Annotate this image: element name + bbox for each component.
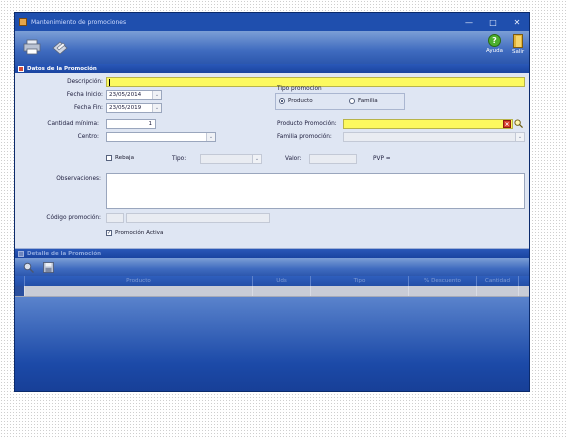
app-icon: [19, 18, 27, 26]
main-toolbar: ? Ayuda Salir: [15, 31, 529, 64]
observaciones-label: Observaciones:: [56, 176, 101, 182]
chevron-down-icon[interactable]: ⌄: [252, 155, 261, 163]
tipo-label: Tipo:: [172, 156, 187, 162]
row-indicator: [15, 286, 25, 296]
exit-button[interactable]: Salir: [512, 34, 524, 55]
pvp-label: PVP =: [373, 156, 391, 162]
row-indicator-header: [15, 276, 25, 286]
help-icon: ?: [488, 34, 501, 47]
column-header-cantidad[interactable]: Cantidad: [477, 276, 519, 286]
exit-label: Salir: [512, 49, 525, 55]
help-label: Ayuda: [486, 48, 503, 54]
cell-producto[interactable]: [25, 286, 253, 296]
section-icon: [18, 250, 24, 257]
promocion-activa-label: Promoción Activa: [115, 230, 164, 236]
cell-uds[interactable]: [253, 286, 311, 296]
descripcion-label: Descripción:: [67, 79, 103, 85]
familia-promocion-select[interactable]: ⌄: [343, 132, 525, 142]
producto-promocion-input[interactable]: [343, 119, 513, 129]
chevron-down-icon[interactable]: ⌄: [152, 104, 161, 112]
promotion-form: Descripción: Fecha Inicio: 23/05/2014 ⌄ …: [15, 73, 529, 249]
export-button[interactable]: [49, 36, 71, 58]
valor-label: Valor:: [285, 156, 302, 162]
promotion-detail-header: Detalle de la Promoción: [15, 249, 529, 258]
export-icon: [52, 41, 68, 55]
chevron-down-icon[interactable]: ⌄: [515, 133, 524, 141]
search-icon[interactable]: [514, 119, 523, 128]
detail-grid-body[interactable]: [15, 297, 529, 391]
checkbox-box: ✓: [106, 230, 112, 236]
maximize-button[interactable]: □: [481, 13, 505, 31]
promotion-detail-title: Detalle de la Promoción: [27, 250, 102, 257]
radio-producto[interactable]: Producto: [279, 98, 313, 104]
radio-familia-label: Familia: [358, 98, 378, 104]
cell-cantidad[interactable]: [477, 286, 519, 296]
fecha-fin-label: Fecha Fin:: [74, 105, 103, 111]
producto-promocion-label: Producto Promoción:: [277, 121, 337, 127]
cell-descuento[interactable]: [409, 286, 477, 296]
promotion-data-header: Datos de la Promoción: [15, 64, 529, 73]
familia-promocion-label: Familia promoción:: [277, 134, 332, 140]
column-header-tipo[interactable]: Tipo: [311, 276, 409, 286]
radio-familia[interactable]: Familia: [349, 98, 378, 104]
close-button[interactable]: ✕: [505, 13, 529, 31]
section-icon: [18, 65, 24, 72]
valor-input[interactable]: [309, 154, 357, 164]
observaciones-textarea[interactable]: [106, 173, 525, 209]
chevron-down-icon[interactable]: ⌄: [206, 133, 215, 141]
clear-icon[interactable]: ×: [503, 120, 511, 128]
column-header-uds[interactable]: Uds: [253, 276, 311, 286]
fecha-inicio-value: 23/05/2014: [109, 92, 142, 98]
save-icon[interactable]: [43, 262, 54, 273]
chevron-down-icon[interactable]: ⌄: [152, 91, 161, 99]
centro-label: Centro:: [77, 134, 99, 140]
printer-icon: [23, 39, 41, 55]
cantidad-minima-label: Cantidad mínima:: [47, 121, 99, 127]
fecha-fin-datepicker[interactable]: 23/05/2019 ⌄: [106, 103, 162, 113]
checkbox-box: [106, 155, 112, 161]
radio-dot: [349, 98, 355, 104]
column-header-producto[interactable]: Producto: [25, 276, 253, 286]
fecha-inicio-label: Fecha Inicio:: [66, 92, 103, 98]
rebaja-checkbox[interactable]: Rebaja: [106, 155, 134, 161]
codigo-promocion-prefix: [106, 213, 124, 223]
tipo-select[interactable]: ⌄: [200, 154, 262, 164]
search-icon[interactable]: [23, 262, 34, 273]
table-row[interactable]: [15, 286, 529, 297]
radio-dot: [279, 98, 285, 104]
radio-producto-label: Producto: [288, 98, 313, 104]
detail-grid-header: Producto Uds Tipo % Descuento Cantidad: [15, 276, 529, 286]
column-header-descuento[interactable]: % Descuento: [409, 276, 477, 286]
text-caret: [109, 78, 110, 86]
cell-tipo[interactable]: [311, 286, 409, 296]
promotion-data-title: Datos de la Promoción: [27, 65, 97, 72]
print-button[interactable]: [21, 36, 43, 58]
detail-toolbar: [15, 258, 529, 276]
window-title: Mantenimiento de promociones: [31, 18, 127, 26]
minimize-button[interactable]: —: [457, 13, 481, 31]
codigo-promocion-input: [126, 213, 270, 223]
promotions-window: Mantenimiento de promociones — □ ✕ ? Ayu…: [14, 12, 530, 392]
cantidad-minima-value: 1: [148, 121, 152, 127]
fecha-fin-value: 23/05/2019: [109, 105, 142, 111]
fecha-inicio-datepicker[interactable]: 23/05/2014 ⌄: [106, 90, 162, 100]
centro-select[interactable]: ⌄: [106, 132, 216, 142]
codigo-promocion-label: Código promoción:: [46, 215, 101, 221]
exit-door-icon: [513, 34, 524, 48]
tipo-promocion-label: Tipo promocion: [277, 86, 322, 92]
title-bar: Mantenimiento de promociones — □ ✕: [15, 13, 529, 31]
window-controls: — □ ✕: [457, 13, 529, 31]
rebaja-label: Rebaja: [115, 155, 135, 161]
promocion-activa-checkbox[interactable]: ✓ Promoción Activa: [106, 230, 163, 236]
cantidad-minima-input[interactable]: 1: [106, 119, 156, 129]
help-button[interactable]: ? Ayuda: [486, 34, 503, 54]
